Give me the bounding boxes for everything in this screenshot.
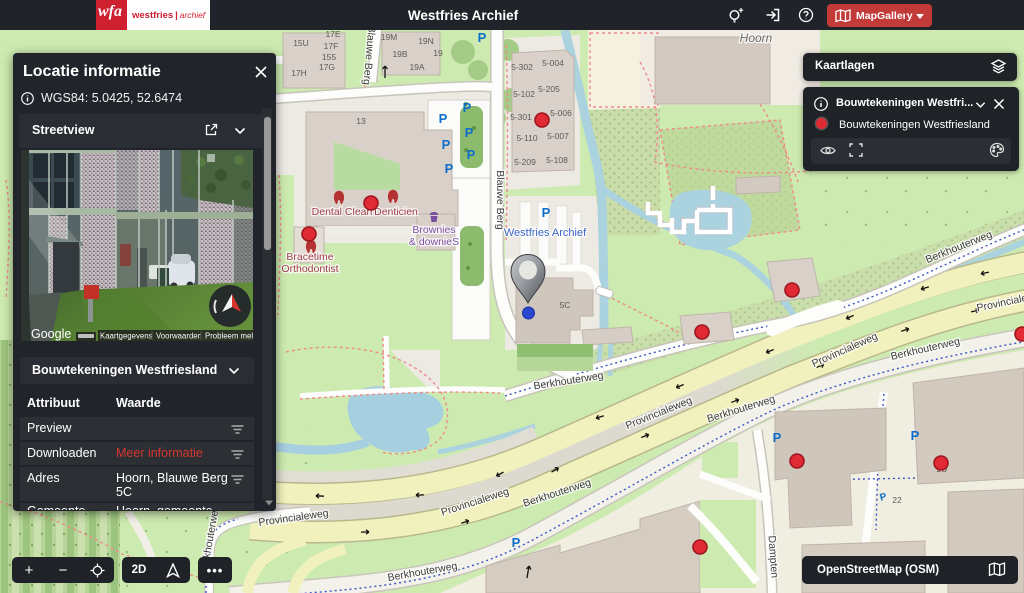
- svg-text:Blauwe Berg: Blauwe Berg: [494, 170, 506, 230]
- svg-text:17F: 17F: [324, 41, 339, 51]
- svg-text:5-007: 5-007: [547, 131, 569, 141]
- svg-text:5C: 5C: [560, 300, 571, 310]
- svg-text:P: P: [911, 428, 920, 443]
- svg-text:Denticien: Denticien: [374, 206, 418, 218]
- svg-text:Voorwaarden: Voorwaarden: [156, 332, 202, 341]
- svg-text:P: P: [442, 137, 451, 152]
- svg-text:P: P: [445, 161, 454, 176]
- svg-text:5-108: 5-108: [546, 155, 568, 165]
- svg-text:Hoorn: Hoorn: [740, 31, 773, 45]
- svg-text:5-209: 5-209: [514, 157, 536, 167]
- svg-text:& downieS: & downieS: [409, 236, 459, 248]
- svg-text:Brownies: Brownies: [412, 224, 455, 236]
- svg-text:Dental Clean: Dental Clean: [312, 206, 373, 218]
- svg-text:P: P: [439, 111, 448, 126]
- svg-text:5-205: 5-205: [538, 84, 560, 94]
- svg-text:Bracetime: Bracetime: [286, 251, 333, 263]
- svg-text:13: 13: [356, 116, 366, 126]
- svg-text:17G: 17G: [319, 62, 335, 72]
- svg-text:P: P: [463, 100, 472, 115]
- svg-text:155: 155: [322, 52, 336, 62]
- svg-text:P: P: [773, 430, 782, 445]
- svg-text:5-006: 5-006: [550, 108, 572, 118]
- svg-text:P: P: [512, 535, 521, 550]
- svg-text:Orthodontist: Orthodontist: [281, 263, 338, 275]
- svg-text:5-302: 5-302: [511, 62, 533, 72]
- svg-text:5-102: 5-102: [513, 89, 535, 99]
- svg-text:19B: 19B: [392, 49, 407, 59]
- svg-text:5-301: 5-301: [510, 112, 532, 122]
- svg-text:19A: 19A: [409, 62, 424, 72]
- svg-text:Probleem melden: Probleem melden: [205, 332, 253, 341]
- svg-text:19: 19: [433, 48, 443, 58]
- svg-text:P: P: [478, 30, 487, 45]
- svg-text:P: P: [465, 125, 474, 140]
- svg-text:19N: 19N: [418, 36, 434, 46]
- svg-text:5-110: 5-110: [516, 133, 537, 143]
- svg-text:17H: 17H: [291, 68, 307, 78]
- svg-text:Google: Google: [31, 327, 71, 341]
- svg-text:22: 22: [892, 495, 902, 505]
- svg-text:5-004: 5-004: [542, 58, 564, 68]
- svg-text:P: P: [542, 205, 551, 220]
- svg-text:Westfries Archief: Westfries Archief: [504, 227, 587, 239]
- svg-text:17E: 17E: [325, 30, 340, 39]
- svg-text:P: P: [467, 147, 476, 162]
- svg-text:15U: 15U: [293, 38, 309, 48]
- svg-text:Kaartgegevens: Kaartgegevens: [100, 332, 153, 341]
- svg-text:19M: 19M: [381, 32, 398, 42]
